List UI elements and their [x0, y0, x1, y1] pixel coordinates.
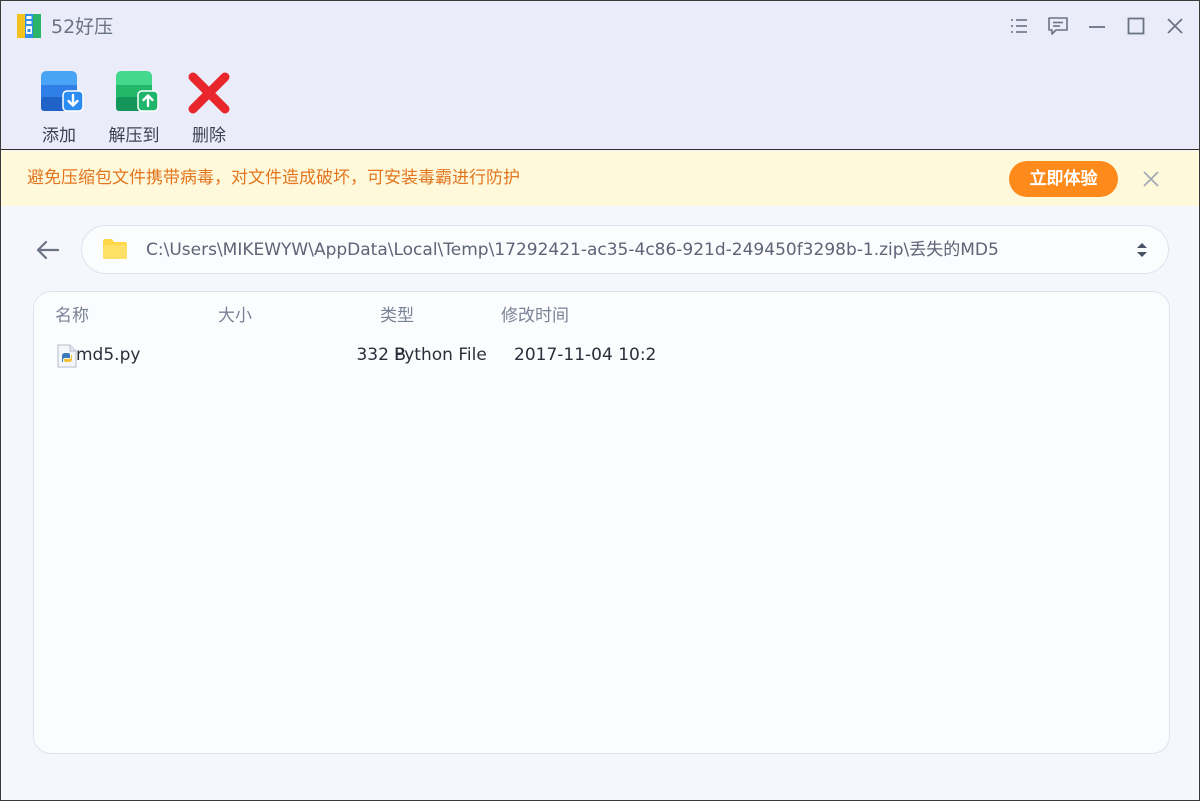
path-text[interactable]: C:\Users\MIKEWYW\AppData\Local\Temp\1729… — [146, 239, 999, 261]
extract-to-button-label: 解压到 — [108, 126, 160, 146]
maximize-icon[interactable] — [1125, 15, 1147, 37]
menu-icon[interactable] — [1008, 15, 1030, 37]
file-modified: 2017-11-04 10:2 — [514, 345, 657, 365]
extract-archive-icon — [116, 71, 159, 112]
try-now-button[interactable]: 立即体验 — [1009, 161, 1118, 197]
toolbar: 添加 解压到 删除 — [1, 53, 1199, 150]
path-dropdown-icon[interactable] — [1132, 238, 1152, 262]
delete-button[interactable]: 删除 — [177, 67, 241, 147]
column-header-type[interactable]: 类型 — [380, 305, 414, 327]
extract-to-button[interactable]: 解压到 — [102, 67, 166, 147]
column-header-size[interactable]: 大小 — [218, 305, 252, 327]
path-bar[interactable]: C:\Users\MIKEWYW\AppData\Local\Temp\1729… — [81, 225, 1169, 274]
delete-x-icon — [188, 72, 230, 114]
app-logo-icon — [17, 14, 41, 38]
minimize-icon[interactable] — [1086, 15, 1108, 37]
file-type: Python File — [394, 345, 487, 365]
add-button-label: 添加 — [42, 126, 76, 146]
folder-icon — [103, 239, 127, 259]
delete-button-label: 删除 — [192, 126, 226, 146]
banner-close-icon[interactable] — [1140, 168, 1162, 190]
add-archive-icon — [41, 71, 84, 112]
file-size: 332 B — [356, 345, 406, 365]
table-row[interactable]: md5.py 332 B Python File 2017-11-04 10:2 — [44, 338, 1159, 372]
banner-text: 避免压缩包文件携带病毒，对文件造成破坏，可安装毒霸进行防护 — [27, 168, 520, 188]
column-header-name[interactable]: 名称 — [55, 305, 89, 327]
close-icon[interactable] — [1164, 15, 1186, 37]
back-arrow-icon[interactable] — [34, 238, 62, 262]
feedback-icon[interactable] — [1047, 15, 1069, 37]
python-file-icon — [57, 344, 77, 368]
app-window: 52好压 添加 解压到 删除 避免压缩包文件携带病毒，对文件造成破坏，可安装毒霸… — [0, 0, 1200, 801]
app-title: 52好压 — [51, 16, 114, 38]
file-list: 名称 大小 类型 修改时间 md5.py 332 B Python File 2… — [33, 291, 1170, 754]
file-name: md5.py — [76, 345, 141, 365]
title-bar[interactable]: 52好压 — [1, 1, 1199, 53]
column-header-modified[interactable]: 修改时间 — [501, 305, 569, 327]
add-button[interactable]: 添加 — [27, 67, 91, 147]
